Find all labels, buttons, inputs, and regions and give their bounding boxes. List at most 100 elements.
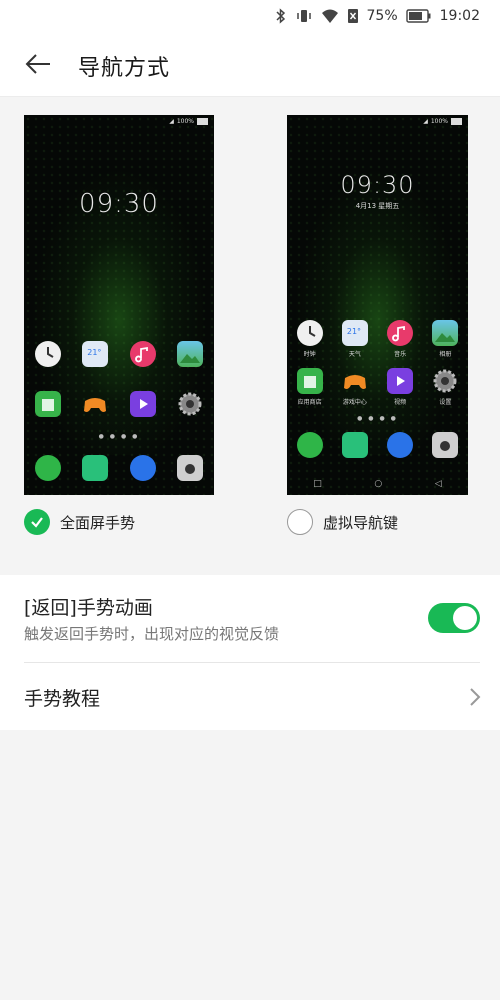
music-app-icon xyxy=(387,320,414,346)
gesture-animation-row[interactable]: [返回]手势动画 触发返回手势时，出现对应的视觉反馈 xyxy=(0,575,500,662)
back-key-icon: ◁ xyxy=(434,479,442,489)
app-game-center: 游戏中心 xyxy=(342,368,368,406)
camera-app-icon xyxy=(177,455,204,481)
page-indicator: ● ● ● ● xyxy=(357,415,398,422)
app-settings xyxy=(177,391,203,417)
gesture-tutorial-title: 手势教程 xyxy=(24,688,101,710)
app-video xyxy=(129,391,156,417)
app-gallery xyxy=(177,341,204,367)
status-time: 19:02 xyxy=(439,8,480,24)
preview-date: 4月13 星期五 xyxy=(355,202,400,210)
radio-unchecked-icon[interactable] xyxy=(287,509,313,535)
vibrate-icon xyxy=(296,10,311,22)
video-app-icon xyxy=(129,391,156,417)
app-store-icon xyxy=(296,368,323,394)
dock-messages xyxy=(82,455,109,481)
virtual-nav-keys: □ ○ ◁ xyxy=(287,479,468,489)
option-label: 虚拟导航键 xyxy=(323,513,399,532)
navkey-preview-screen[interactable]: ◢ 100% 09:30 4月13 星期五 时钟 21° 天气 音乐 相册 应用… xyxy=(287,115,468,495)
phone-status-bar: ◢ 100% xyxy=(423,118,462,125)
app-store: 应用商店 xyxy=(296,368,323,406)
gesture-animation-title: [返回]手势动画 xyxy=(24,597,153,619)
dock-camera xyxy=(432,432,459,458)
gesture-preview-screen[interactable]: ◢ 100% 09:30 21° ● ● ● ● xyxy=(24,115,214,495)
game-controller-icon xyxy=(342,368,368,394)
gesture-animation-toggle[interactable] xyxy=(428,603,480,633)
chevron-right-icon xyxy=(470,688,481,706)
app-row: 21° xyxy=(24,341,214,367)
phone-app-icon xyxy=(296,432,323,458)
home-key-icon: ○ xyxy=(374,479,383,489)
weather-app-icon: 21° xyxy=(341,320,368,346)
dock-phone xyxy=(296,432,323,458)
app-label: 应用商店 xyxy=(297,399,322,406)
messages-app-icon xyxy=(82,455,109,481)
app-label: 音乐 xyxy=(394,351,407,358)
phone-app-icon xyxy=(34,455,61,481)
app-game-center xyxy=(82,391,108,417)
dock-camera xyxy=(177,455,204,481)
app-store xyxy=(34,391,61,417)
phone-status-bar: ◢ 100% xyxy=(169,118,208,125)
settings-gear-icon xyxy=(432,368,458,394)
page-indicator: ● ● ● ● xyxy=(98,433,140,440)
phone-signal-icon: ◢ xyxy=(169,118,174,125)
gesture-tutorial-row[interactable]: 手势教程 xyxy=(0,663,500,730)
app-row: 应用商店 游戏中心 视频 设置 xyxy=(287,368,468,406)
app-label: 设置 xyxy=(439,399,452,406)
app-label: 时钟 xyxy=(303,351,316,358)
gesture-animation-subtitle: 触发返回手势时，出现对应的视觉反馈 xyxy=(24,625,280,643)
app-settings: 设置 xyxy=(432,368,458,406)
messages-app-icon xyxy=(341,432,368,458)
dock-phone xyxy=(34,455,61,481)
app-label: 游戏中心 xyxy=(342,399,367,406)
status-bar: 75% 19:02 xyxy=(0,0,500,32)
app-label: 相册 xyxy=(439,351,452,358)
video-app-icon xyxy=(387,368,414,394)
phone-battery-text: 100% xyxy=(176,118,194,125)
game-controller-icon xyxy=(82,391,108,417)
phone-battery-icon xyxy=(197,118,208,125)
app-video: 视频 xyxy=(387,368,414,406)
app-weather: 21° 天气 xyxy=(341,320,368,358)
bluetooth-icon xyxy=(275,8,285,24)
phone-signal-icon: ◢ xyxy=(423,118,428,125)
back-arrow-icon[interactable] xyxy=(24,50,52,78)
radio-checked-icon[interactable] xyxy=(24,509,50,535)
page-title: 导航方式 xyxy=(78,56,171,81)
battery-percentage: 75% xyxy=(366,8,398,24)
preview-clock: 09:30 xyxy=(340,171,415,199)
battery-icon xyxy=(405,9,431,23)
navigation-previews: ◢ 100% 09:30 21° ● ● ● ● ◢ 100% 09:30 4月… xyxy=(0,97,500,575)
browser-app-icon xyxy=(387,432,414,458)
option-label: 全面屏手势 xyxy=(60,513,136,532)
app-music: 音乐 xyxy=(387,320,414,358)
recent-apps-key-icon: □ xyxy=(313,479,322,489)
preview-clock: 09:30 xyxy=(79,189,159,219)
app-row: 时钟 21° 天气 音乐 相册 xyxy=(287,320,468,358)
app-store-icon xyxy=(34,391,61,417)
header: 导航方式 xyxy=(0,32,500,97)
app-row xyxy=(24,391,214,417)
clock-app-icon xyxy=(296,320,323,346)
status-icons: 75% 19:02 xyxy=(275,6,480,26)
app-label: 天气 xyxy=(348,351,361,358)
phone-battery-icon xyxy=(451,118,462,125)
app-gallery: 相册 xyxy=(432,320,459,358)
sim-off-icon xyxy=(347,9,358,23)
gallery-app-icon xyxy=(432,320,459,346)
app-weather: 21° xyxy=(82,341,109,367)
app-clock: 时钟 xyxy=(296,320,323,358)
phone-battery-text: 100% xyxy=(430,118,448,125)
app-music xyxy=(129,341,156,367)
camera-app-icon xyxy=(432,432,459,458)
wifi-icon xyxy=(321,9,338,23)
music-app-icon xyxy=(129,341,156,367)
option-virtual-nav-keys[interactable]: 虚拟导航键 xyxy=(287,509,398,535)
dock-browser xyxy=(129,455,156,481)
clock-app-icon xyxy=(34,341,61,367)
browser-app-icon xyxy=(129,455,156,481)
weather-app-icon: 21° xyxy=(82,341,109,367)
gallery-app-icon xyxy=(177,341,204,367)
option-fullscreen-gestures[interactable]: 全面屏手势 xyxy=(24,509,135,535)
